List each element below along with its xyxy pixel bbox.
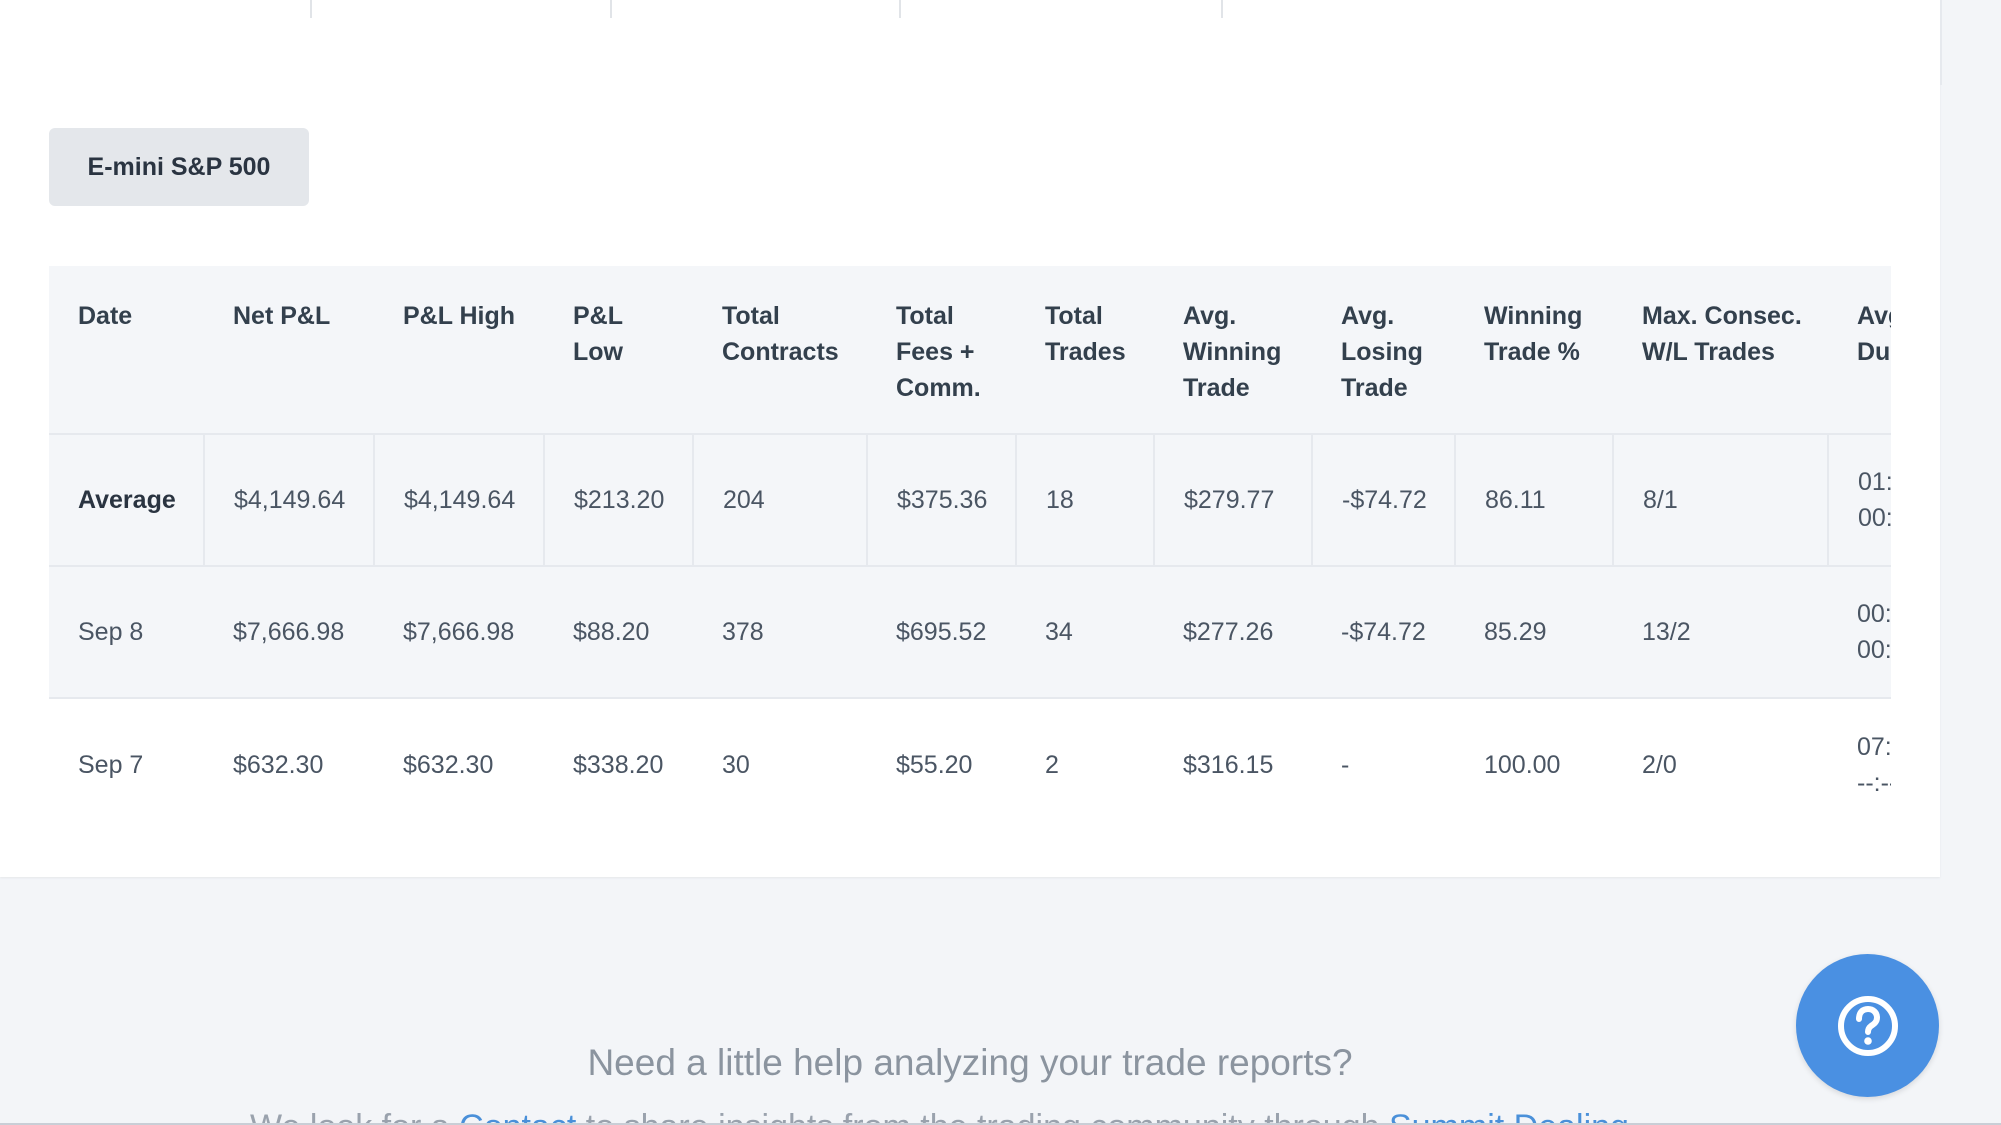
column-header-avg-duration: Avg. Duration: [1828, 266, 1891, 434]
cell-total-trades: 34: [1016, 565, 1154, 699]
cell-avg-losing-trade: -$74.72: [1312, 565, 1455, 699]
duration-line: 00:: [1857, 636, 1891, 664]
duration-line: 00:: [1858, 504, 1891, 532]
cell-net-pnl: $7,666.98: [204, 565, 374, 699]
cell-avg-duration: 01: 00:: [1828, 433, 1891, 566]
column-header-pnl-high: P&L High: [374, 266, 544, 434]
table-row-average: Average $4,149.64 $4,149.64 $213.20 204 …: [49, 433, 1891, 566]
cell-winning-trade-pct: 86.11: [1455, 433, 1614, 566]
cell-max-consec-trades: 8/1: [1613, 433, 1829, 566]
duration-line: 00:: [1857, 600, 1891, 628]
daily-stats-table-container[interactable]: Date Net P&L P&L High P&L Low Total Cont…: [49, 266, 1891, 806]
cell-total-contracts: 378: [693, 565, 867, 699]
cell-pnl-low: $88.20: [544, 565, 693, 699]
duration-line: 01:: [1858, 468, 1891, 496]
table-row: Sep 7 $632.30 $632.30 $338.20 30 $55.20 …: [49, 698, 1891, 806]
cell-net-pnl: $632.30: [204, 698, 374, 806]
cell-avg-winning-trade: $279.77: [1154, 433, 1313, 566]
cell-date: Average: [49, 433, 205, 566]
table-header-row: Date Net P&L P&L High P&L Low Total Cont…: [49, 266, 1891, 434]
report-tabs: [0, 0, 1420, 18]
cell-avg-duration: 07: --:--: [1828, 698, 1891, 806]
cell-avg-duration: 00: 00:: [1828, 565, 1891, 699]
cell-total-fees: $55.20: [867, 698, 1016, 806]
tab-divider: [610, 0, 612, 18]
cell-total-fees: $375.36: [867, 433, 1017, 566]
column-header-total-contracts: Total Contracts: [693, 266, 867, 434]
cell-pnl-low: $338.20: [544, 698, 693, 806]
cell-pnl-high: $632.30: [374, 698, 544, 806]
duration-line: --:--: [1857, 768, 1891, 797]
duration-line: 07:: [1857, 732, 1891, 761]
table-row: Sep 8 $7,666.98 $7,666.98 $88.20 378 $69…: [49, 565, 1891, 699]
daily-stats-table: Date Net P&L P&L High P&L Low Total Cont…: [49, 266, 1891, 806]
cell-total-contracts: 30: [693, 698, 867, 806]
help-heading: Need a little help analyzing your trade …: [587, 1042, 1353, 1083]
cell-pnl-low: $213.20: [544, 433, 694, 566]
cell-date: Sep 7: [49, 698, 204, 806]
column-header-max-consec-trades: Max. Consec. W/L Trades: [1613, 266, 1828, 434]
cell-total-fees: $695.52: [867, 565, 1016, 699]
card-edge: [1940, 0, 1942, 85]
help-button[interactable]: [1796, 954, 1939, 1097]
cell-winning-trade-pct: 100.00: [1455, 698, 1613, 806]
column-header-date: Date: [49, 266, 204, 434]
cell-max-consec-trades: 13/2: [1613, 565, 1828, 699]
tab-divider: [1221, 0, 1223, 18]
cell-total-trades: 2: [1016, 698, 1154, 806]
cell-avg-winning-trade: $316.15: [1154, 698, 1312, 806]
cell-avg-winning-trade: $277.26: [1154, 565, 1312, 699]
cell-net-pnl: $4,149.64: [204, 433, 375, 566]
cell-max-consec-trades: 2/0: [1613, 698, 1828, 806]
instrument-filter-button[interactable]: E-mini S&P 500: [49, 128, 309, 206]
cell-avg-losing-trade: -: [1312, 698, 1455, 806]
column-header-avg-losing-trade: Avg. Losing Trade: [1312, 266, 1455, 434]
cell-total-trades: 18: [1016, 433, 1155, 566]
cell-pnl-high: $4,149.64: [374, 433, 545, 566]
cell-total-contracts: 204: [693, 433, 868, 566]
column-header-avg-winning-trade: Avg. Winning Trade: [1154, 266, 1312, 434]
cell-pnl-high: $7,666.98: [374, 565, 544, 699]
tab-divider: [310, 0, 312, 18]
column-header-total-fees: Total Fees + Comm.: [867, 266, 1016, 434]
report-card: E-mini S&P 500 Date Net P&L P&L High P&L…: [0, 0, 1940, 877]
column-header-total-trades: Total Trades: [1016, 266, 1154, 434]
cell-avg-losing-trade: -$74.72: [1312, 433, 1456, 566]
cell-date: Sep 8: [49, 565, 204, 699]
tab-divider: [899, 0, 901, 18]
question-circle-icon: [1837, 995, 1898, 1056]
column-header-net-pnl: Net P&L: [204, 266, 374, 434]
column-header-pnl-low: P&L Low: [544, 266, 693, 434]
cell-winning-trade-pct: 85.29: [1455, 565, 1613, 699]
column-header-winning-trade-pct: Winning Trade %: [1455, 266, 1613, 434]
